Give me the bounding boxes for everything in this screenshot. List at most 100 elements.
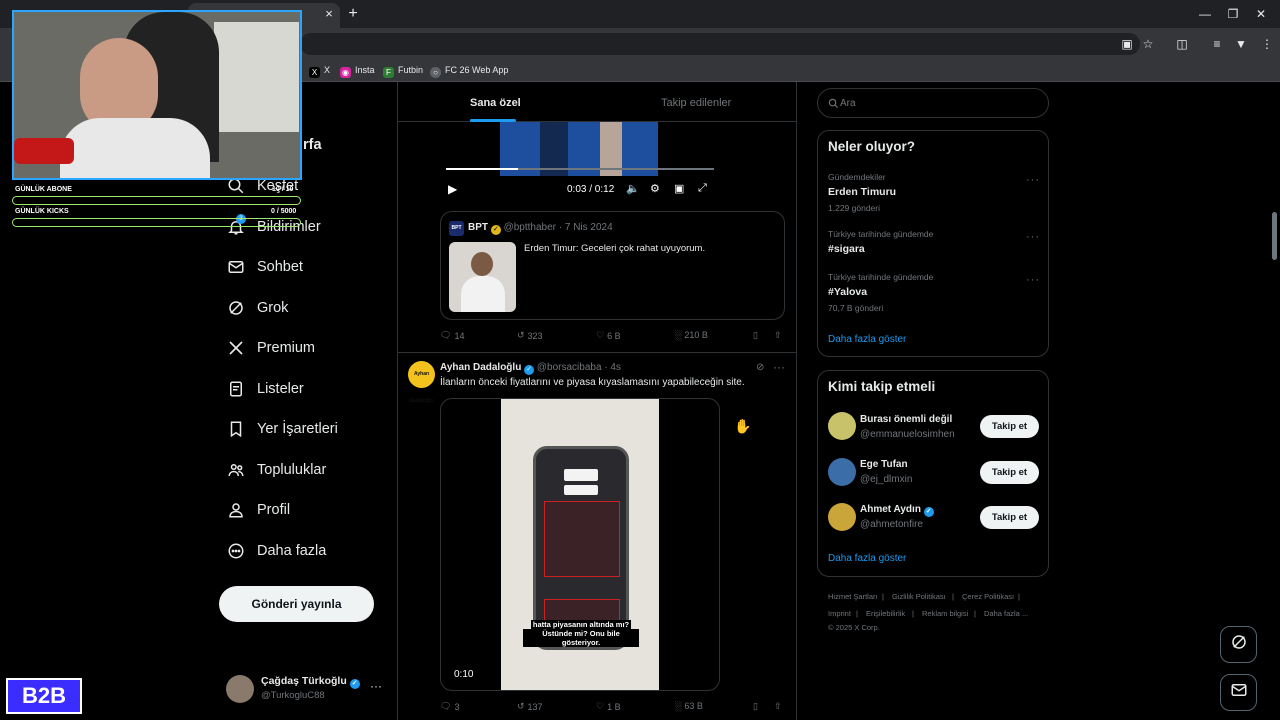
sidebar-item-bookmarks[interactable]: Yer İşaretleri [226,417,338,441]
sidebar-partial-item[interactable]: rfa [303,137,322,153]
sidebar-item-messages[interactable]: Sohbet [226,255,303,279]
trend-item[interactable]: Türkiye tarihinde gündemde #sigara ··· [828,229,1040,261]
post-time-2[interactable]: · 4s [604,362,621,373]
trend-more-icon[interactable]: ··· [1026,231,1040,243]
star-icon[interactable]: ☆ [1139,35,1157,53]
bookmark-x[interactable]: XX [309,61,330,79]
video-player-2[interactable]: hatta piyasanın altında mı? Üstünde mi? … [440,398,720,691]
tab-close-icon[interactable]: × [320,5,338,23]
follow-button[interactable]: Takip et [980,415,1039,438]
sidebar-item-premium[interactable]: Premium [226,336,315,360]
footer-separator: | [856,609,858,618]
follow-button[interactable]: Takip et [980,506,1039,529]
trends-show-more[interactable]: Daha fazla göster [828,334,906,345]
sidebar-item-communities[interactable]: Topluluklar [226,458,326,482]
account-name: Çağdaş Türkoğlu [261,675,347,687]
chart-icon: ░ [675,330,682,340]
profile-shield-icon[interactable]: ▼ [1232,35,1250,53]
footer-separator: | [952,592,954,601]
footer-link[interactable]: Hizmet Şartları [828,592,878,601]
like-button-2[interactable]: ♡ 1 B [596,701,621,712]
search-box[interactable] [817,88,1049,118]
tab-for-you[interactable]: Sana özel [470,97,521,109]
share-button-2[interactable]: ⇧ [774,701,782,712]
footer-link[interactable]: Reklam bilgisi [922,609,968,618]
share-icon: ⇧ [774,701,782,711]
post-author-2[interactable]: Ayhan Dadaloğlu [440,362,521,373]
footer-link[interactable]: Imprint [828,609,851,618]
footer-link[interactable]: Daha fazla ... [984,609,1028,618]
trend-item[interactable]: Gündemdekiler Erden Timuru 1.229 gönderi… [828,172,1040,216]
bookmark-futbin[interactable]: F Futbin [383,61,423,79]
follow-button[interactable]: Takip et [980,461,1039,484]
share-button-1[interactable]: ⇧ [774,330,782,341]
page-scrollbar[interactable] [1272,212,1277,260]
quoted-post[interactable]: BPT BPT ✓ @bptthaber · 7 Nis 2024 Erden … [440,211,785,320]
quote-text: Erden Timur: Geceleri çok rahat uyuyorum… [524,243,706,254]
suggest-name: Ahmet Aydın [860,504,921,515]
trend-item[interactable]: Türkiye tarihinde gündemde #Yalova 70,7 … [828,272,1040,316]
bookmark-icon [226,419,246,439]
gold-verified-icon: ✓ [490,225,501,235]
reply-button-2[interactable]: 🗨 3 [440,701,459,712]
account-more-icon[interactable]: ··· [370,679,382,693]
sidebar-item-profile[interactable]: Profil [226,498,290,522]
account-switcher[interactable]: Çağdaş Türkoğlu ✓ @TurkogluC88 ··· [226,672,392,706]
sidebar-item-grok[interactable]: Grok [226,296,288,320]
views-button-1[interactable]: ░ 210 B [675,330,708,340]
media-icon[interactable]: ≡ [1208,35,1226,53]
maximize-icon[interactable]: ❐ [1222,4,1244,24]
bookmark-button-2[interactable]: ▯ [753,701,758,712]
avatar[interactable] [828,503,856,531]
suggest-handle: @ej_dlmxin [860,474,913,485]
video-player-1[interactable]: ▶ 0:03 / 0:12 🔈 ⚙ ▣ ⤢ [440,120,720,206]
reply-button-1[interactable]: 🗨 14 [440,330,464,341]
quote-image [449,242,516,312]
share-icon: ⇧ [774,330,782,340]
bookmark-insta[interactable]: ◉ Insta [340,61,375,79]
reply-icon: 🗨 [440,701,452,711]
address-bar[interactable] [300,33,1140,55]
new-tab-icon[interactable]: + [344,4,362,24]
suggest-name[interactable]: Burası önemli değil [860,414,952,425]
trend-more-icon[interactable]: ··· [1026,174,1040,186]
views-button-2[interactable]: ░ 63 B [675,701,703,711]
avatar[interactable] [828,412,856,440]
post-handle-2[interactable]: @borsacibaba [537,362,602,373]
repost-button-2[interactable]: ↺ 137 [517,701,543,712]
footer-link[interactable]: Çerez Politikası [962,592,1014,601]
repost-icon: ↺ [517,701,525,711]
volume-icon[interactable]: 🔈 [626,182,640,195]
browser-menu-icon[interactable]: ⋮ [1258,35,1276,53]
post-avatar-2[interactable]: Ayhan Dadaloğlu [408,361,435,404]
grok-icon [226,298,246,318]
who-show-more[interactable]: Daha fazla göster [828,553,906,564]
extensions-icon[interactable]: ◫ [1173,35,1191,53]
tab-following[interactable]: Takip edilenler [661,97,731,109]
close-window-icon[interactable]: ✕ [1250,4,1272,24]
timeline-tabs [398,84,796,122]
post-more-icon[interactable]: ··· [773,360,785,374]
footer-link[interactable]: Erişilebilirlik [866,609,905,618]
trend-more-icon[interactable]: ··· [1026,274,1040,286]
grok-post-icon[interactable]: ⊘ [756,362,764,373]
grok-float-button[interactable] [1220,626,1257,663]
repost-button-1[interactable]: ↺ 323 [517,330,543,341]
like-button-1[interactable]: ♡ 6 B [596,330,621,341]
messages-float-button[interactable] [1220,674,1257,711]
suggest-name[interactable]: Ege Tufan [860,459,908,470]
play-icon[interactable]: ▶ [448,182,457,196]
sidebar-item-more[interactable]: Daha fazla [226,539,326,563]
avatar[interactable] [828,458,856,486]
sidebar-item-lists[interactable]: Listeler [226,377,304,401]
footer-link[interactable]: Gizlilik Politikası [892,592,946,601]
bookmark-fc26[interactable]: ○ FC 26 Web App [430,61,508,79]
minimize-icon[interactable]: — [1194,4,1216,24]
search-input[interactable] [840,95,1040,111]
install-app-icon[interactable]: ▣ [1118,35,1136,53]
pip-icon[interactable]: ▣ [674,182,684,195]
settings-icon[interactable]: ⚙ [650,182,660,195]
post-button[interactable]: Gönderi yayınla [219,586,374,622]
bookmark-button-1[interactable]: ▯ [753,330,758,341]
fullscreen-icon[interactable]: ⤢ [698,182,707,195]
